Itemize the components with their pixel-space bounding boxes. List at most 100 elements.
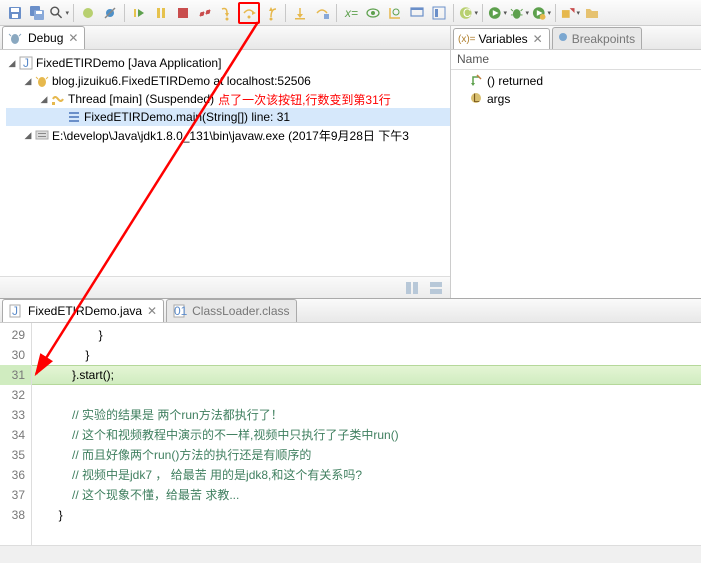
code-line[interactable]	[32, 385, 701, 405]
debug-icon[interactable]: ▾	[508, 2, 530, 24]
step-return-icon[interactable]	[260, 2, 282, 24]
debug-icon	[7, 30, 23, 46]
line-number: 34	[0, 425, 31, 445]
stop-icon[interactable]	[172, 2, 194, 24]
run-last-icon[interactable]: ▾	[530, 2, 552, 24]
code-line[interactable]: // 实验的结果是 两个run方法都执行了！	[32, 405, 701, 425]
display-icon[interactable]	[406, 2, 428, 24]
tree-row[interactable]: ◢ E:\develop\Java\jdk1.8.0_131\bin\javaw.…	[6, 126, 450, 144]
tree-row[interactable]: FixedETIRDemo.main(String[]) line: 31	[6, 108, 450, 126]
stack-icon	[66, 109, 82, 125]
tab-breakpoints[interactable]: Breakpoints	[552, 27, 642, 49]
return-icon	[469, 73, 483, 90]
variable-name: () returned	[487, 74, 543, 88]
search-icon[interactable]: ▾	[48, 2, 70, 24]
separator	[73, 4, 74, 22]
code-line[interactable]: }	[32, 505, 701, 525]
step-over-icon[interactable]	[238, 2, 260, 24]
drop-frame-icon[interactable]	[289, 2, 311, 24]
line-number: 29	[0, 325, 31, 345]
expand-icon[interactable]: ◢	[22, 130, 34, 141]
breakpoint-icon	[557, 31, 569, 46]
code-line[interactable]: // 视频中是jdk7 ， 给最苦 用的是jdk8,和这个有关系吗?	[32, 465, 701, 485]
annotation-text: 点了一次该按钮,行数变到第31行	[218, 91, 391, 108]
svg-text:J: J	[12, 304, 18, 318]
line-number: 32	[0, 385, 31, 405]
close-icon[interactable]: ✕	[147, 304, 157, 318]
tab-label: Debug	[28, 31, 63, 45]
editor-area: J FixedETIRDemo.java ✕ 010 ClassLoader.c…	[0, 298, 701, 561]
tree-label: FixedETIRDemo [Java Application]	[36, 56, 221, 70]
thread-icon	[50, 91, 66, 107]
tab-variables[interactable]: (x)= Variables ✕	[453, 28, 550, 49]
layout2-icon[interactable]	[426, 278, 446, 298]
layout-icon[interactable]	[402, 278, 422, 298]
expression-icon[interactable]: x=	[340, 2, 362, 24]
line-number: 37	[0, 485, 31, 505]
expand-icon[interactable]: ◢	[22, 76, 34, 87]
code-line[interactable]: }	[32, 325, 701, 345]
variable-row[interactable]: Largs	[451, 90, 701, 108]
class-file-icon: 010	[171, 303, 187, 319]
tree-row[interactable]: ◢ J FixedETIRDemo [Java Application]	[6, 54, 450, 72]
watch-icon[interactable]	[362, 2, 384, 24]
external-tools-icon[interactable]: ▾	[559, 2, 581, 24]
run-icon[interactable]: ▾	[486, 2, 508, 24]
svg-text:L: L	[473, 91, 480, 105]
line-gutter[interactable]: 29303132333435363738	[0, 323, 32, 545]
open-type-icon[interactable]: C▾	[457, 2, 479, 24]
tree-label: E:\develop\Java\jdk1.8.0_131\bin\javaw.e…	[52, 127, 409, 144]
tree-label: FixedETIRDemo.main(String[]) line: 31	[84, 110, 290, 124]
variable-row[interactable]: () returned	[451, 72, 701, 90]
variables-panel: (x)= Variables ✕ Breakpoints Name () ret…	[451, 26, 701, 298]
skip-breakpoints-icon[interactable]	[99, 2, 121, 24]
tab-label: FixedETIRDemo.java	[28, 304, 142, 318]
close-icon[interactable]: ✕	[533, 32, 543, 46]
tab-debug[interactable]: Debug ✕	[2, 26, 85, 49]
step-filters-icon[interactable]	[311, 2, 333, 24]
separator	[555, 4, 556, 22]
pause-icon[interactable]	[150, 2, 172, 24]
code-line[interactable]: // 而且好像两个run()方法的执行还是有顺序的	[32, 445, 701, 465]
tree-row[interactable]: ◢blog.jizuiku6.FixedETIRDemo at localhos…	[6, 72, 450, 90]
code-area[interactable]: } } }.start(); // 实验的结果是 两个run方法都执行了！ //…	[32, 323, 701, 545]
expand-icon[interactable]: ◢	[38, 94, 50, 105]
debug-tree[interactable]: ◢ J FixedETIRDemo [Java Application] ◢blog.…	[0, 50, 450, 276]
tree-row[interactable]: ◢ Thread [main] (Suspended) 点了一次该按钮,行数变到第3…	[6, 90, 450, 108]
code-line[interactable]: // 这个和视频教程中演示的不一样,视频中只执行了子类中run()	[32, 425, 701, 445]
tab-file-inactive[interactable]: 010 ClassLoader.class	[166, 299, 296, 322]
line-number: 30	[0, 345, 31, 365]
folder-icon[interactable]	[581, 2, 603, 24]
variables-header: Name	[451, 50, 701, 70]
step-into-icon[interactable]	[216, 2, 238, 24]
code-line[interactable]: // 这个现象不懂，给最苦 求教...	[32, 485, 701, 505]
horizontal-scrollbar[interactable]	[0, 545, 701, 561]
debug-mini-toolbar	[0, 276, 450, 298]
tab-label: ClassLoader.class	[192, 304, 289, 318]
java-file-icon: J	[7, 303, 23, 319]
save-all-icon[interactable]	[26, 2, 48, 24]
java-app-icon: J	[18, 55, 34, 71]
local-icon: L	[469, 91, 483, 108]
close-icon[interactable]: ✕	[68, 31, 78, 45]
separator	[336, 4, 337, 22]
resume-icon[interactable]	[128, 2, 150, 24]
new-icon[interactable]	[77, 2, 99, 24]
expand-icon[interactable]: ◢	[6, 58, 18, 69]
tab-label: Breakpoints	[572, 32, 635, 46]
disconnect-icon[interactable]	[194, 2, 216, 24]
code-line[interactable]: }.start();	[32, 365, 701, 385]
separator	[453, 4, 454, 22]
line-number: 35	[0, 445, 31, 465]
var-icon: (x)=	[458, 34, 476, 45]
svg-text:J: J	[23, 56, 29, 70]
line-number: 31	[0, 365, 31, 385]
inspect-icon[interactable]	[384, 2, 406, 24]
code-line[interactable]: }	[32, 345, 701, 365]
tab-file-active[interactable]: J FixedETIRDemo.java ✕	[2, 299, 164, 322]
pin-icon[interactable]	[428, 2, 450, 24]
save-icon[interactable]	[4, 2, 26, 24]
tree-label: Thread [main] (Suspended)	[68, 92, 214, 106]
variables-body[interactable]: () returned Largs	[451, 70, 701, 298]
svg-text:x=: x=	[344, 6, 358, 20]
